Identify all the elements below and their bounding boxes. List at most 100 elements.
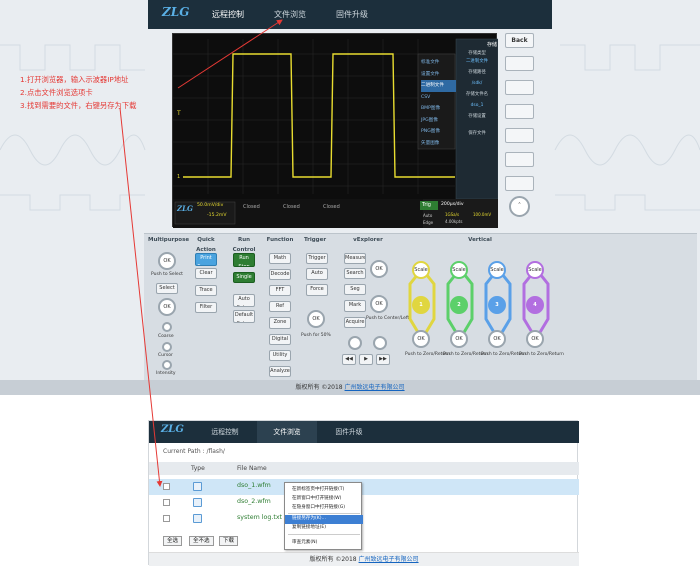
page-up-down-knob[interactable]: ⌃ <box>509 196 530 217</box>
right-menu-item-3[interactable]: 存储路径 <box>457 66 497 80</box>
select-all-button[interactable]: 全选 <box>163 536 183 546</box>
ch4-scale-knob[interactable]: Scale <box>526 261 544 279</box>
file-row-3[interactable]: system log.txt <box>149 511 579 527</box>
ctx-open-incognito[interactable]: 在隐身窗口中打开链接(G) <box>285 504 363 513</box>
vexplorer-knob-a[interactable]: OK <box>370 260 388 278</box>
ch3-scale-knob[interactable]: Scale <box>488 261 506 279</box>
download-button[interactable]: 下载 <box>219 536 239 546</box>
acquire-button[interactable]: Acquire <box>344 317 366 328</box>
save-menu-item-6[interactable]: JPG图像 <box>421 115 456 127</box>
history-icon[interactable] <box>373 336 387 350</box>
clear-button[interactable]: Clear <box>195 268 217 279</box>
ref-button[interactable]: Ref <box>269 301 291 312</box>
print-screen-button[interactable]: Print Screen <box>195 253 217 266</box>
file-row-2[interactable]: dso_2.wfm <box>149 495 579 511</box>
seg-button[interactable]: Seg <box>344 284 366 295</box>
ch4-button[interactable]: 4 <box>526 296 544 314</box>
bottom-company-link[interactable]: 广州致远电子有限公司 <box>359 556 419 563</box>
save-menu-item-2[interactable]: 设置文件 <box>421 69 456 81</box>
select-button[interactable]: Select <box>156 283 178 294</box>
play-pause-button[interactable]: ▶ <box>359 354 373 365</box>
file-row-2-checkbox[interactable] <box>163 499 170 506</box>
save-menu-item-4[interactable]: CSV <box>421 92 456 104</box>
deselect-all-button[interactable]: 全不选 <box>189 536 214 546</box>
softkey-3-button[interactable] <box>505 104 534 119</box>
ctx-save-link-as[interactable]: 链接另存为(K)... <box>285 515 363 524</box>
measure-button[interactable]: Measure <box>344 253 366 264</box>
vexplorer-knob-b[interactable]: OK <box>370 295 388 313</box>
ch4-position-knob[interactable]: OK <box>526 330 544 348</box>
sample-rate: 1GSa/s <box>445 212 460 217</box>
time-scale: 200μs/div <box>441 202 464 207</box>
ch1-position-knob[interactable]: OK <box>412 330 430 348</box>
single-button[interactable]: Single <box>233 272 255 283</box>
ctx-open-new-window[interactable]: 在新窗口中打开链接(W) <box>285 495 363 504</box>
trigger-button[interactable]: Trigger <box>306 253 328 264</box>
ch2-button[interactable]: 2 <box>450 296 468 314</box>
file-link-1[interactable]: dso_1.wfm <box>237 482 271 489</box>
bottom-tab-firmware-upgrade[interactable]: 固件升级 <box>319 421 379 443</box>
intensity-knob[interactable] <box>162 360 172 370</box>
multipurpose-knob-a[interactable]: OK <box>158 252 176 270</box>
file-row-3-checkbox[interactable] <box>163 515 170 522</box>
ctx-copy-link-address[interactable]: 复制链接地址(E) <box>285 524 363 533</box>
cursor-knob[interactable] <box>162 342 172 352</box>
math-button[interactable]: Math <box>269 253 291 264</box>
softkey-4-button[interactable] <box>505 128 534 143</box>
coarse-knob[interactable] <box>162 322 172 332</box>
analyze-button[interactable]: Analyze <box>269 366 291 377</box>
bottom-tab-remote-control[interactable]: 远程控制 <box>195 421 255 443</box>
decode-button[interactable]: Decode <box>269 269 291 280</box>
tab-remote-control[interactable]: 远程控制 <box>198 0 258 29</box>
right-menu-item-8[interactable]: 保存文件 <box>457 124 497 144</box>
bottom-tab-file-browse[interactable]: 文件浏览 <box>257 421 317 443</box>
fft-button[interactable]: FFT <box>269 285 291 296</box>
auto-setup-button[interactable]: Auto Setup <box>233 294 255 307</box>
softkey-1-button[interactable] <box>505 56 534 71</box>
auto-normal-button[interactable]: Auto Normal <box>306 268 328 280</box>
save-menu-item-8[interactable]: 矢量图像 <box>421 138 456 150</box>
tab-firmware-upgrade[interactable]: 固件升级 <box>322 0 382 29</box>
softkey-5-button[interactable] <box>505 152 534 167</box>
trace-button[interactable]: Trace <box>195 285 217 296</box>
filter-button[interactable]: Filter <box>195 302 217 313</box>
file-row-1[interactable]: dso_1.wfm <box>149 479 579 495</box>
ch2-position-knob[interactable]: OK <box>450 330 468 348</box>
save-menu-item-5[interactable]: BMP图像 <box>421 103 456 115</box>
right-menu-item-5[interactable]: 存储文件名 <box>457 88 497 102</box>
ch1-scale-knob[interactable]: Scale <box>412 261 430 279</box>
right-menu-item-1[interactable]: 存储类型 <box>457 50 497 58</box>
multipurpose-knob-b[interactable]: OK <box>158 298 176 316</box>
rewind-button[interactable]: ◀◀ <box>342 354 356 365</box>
zoom-icon[interactable] <box>348 336 362 350</box>
file-link-2[interactable]: dso_2.wfm <box>237 498 271 505</box>
trigger-level-knob[interactable]: OK <box>307 310 325 328</box>
softkey-6-button[interactable] <box>505 176 534 191</box>
ctx-inspect-element[interactable]: 审查元素(N) <box>285 539 363 548</box>
save-menu-item-7[interactable]: PNG图像 <box>421 126 456 138</box>
tab-file-browse[interactable]: 文件浏览 <box>260 0 320 29</box>
ch3-button[interactable]: 3 <box>488 296 506 314</box>
company-link[interactable]: 广州致远电子有限公司 <box>345 384 405 391</box>
digital-button[interactable]: Digital <box>269 334 291 345</box>
force-trig-button[interactable]: Force Trig <box>306 284 328 296</box>
run-stop-button[interactable]: Run Stop <box>233 253 255 267</box>
back-button[interactable]: Back <box>505 33 534 48</box>
file-link-3[interactable]: system log.txt <box>237 514 282 521</box>
ch1-button[interactable]: 1 <box>412 296 430 314</box>
ch2-scale-knob[interactable]: Scale <box>450 261 468 279</box>
save-menu-item-1[interactable]: 标准文件 <box>421 57 456 69</box>
zlg-logo: ZLG <box>162 5 190 19</box>
ch3-position-knob[interactable]: OK <box>488 330 506 348</box>
file-row-1-checkbox[interactable] <box>163 483 170 490</box>
ctx-open-new-tab[interactable]: 在新标签页中打开链接(T) <box>285 486 363 495</box>
save-menu-item-3[interactable]: 二进制文件 <box>421 80 456 92</box>
utility-button[interactable]: Utility <box>269 350 291 361</box>
softkey-2-button[interactable] <box>505 80 534 95</box>
search-button[interactable]: Search <box>344 268 366 279</box>
right-menu-item-7[interactable]: 存储设置 <box>457 110 497 124</box>
zone-recall-button[interactable]: Zone Recall <box>269 317 291 329</box>
default-setup-button[interactable]: Default Setup <box>233 310 255 323</box>
mark-clear-button[interactable]: Mark Clear <box>344 300 366 312</box>
fast-forward-button[interactable]: ▶▶ <box>376 354 390 365</box>
